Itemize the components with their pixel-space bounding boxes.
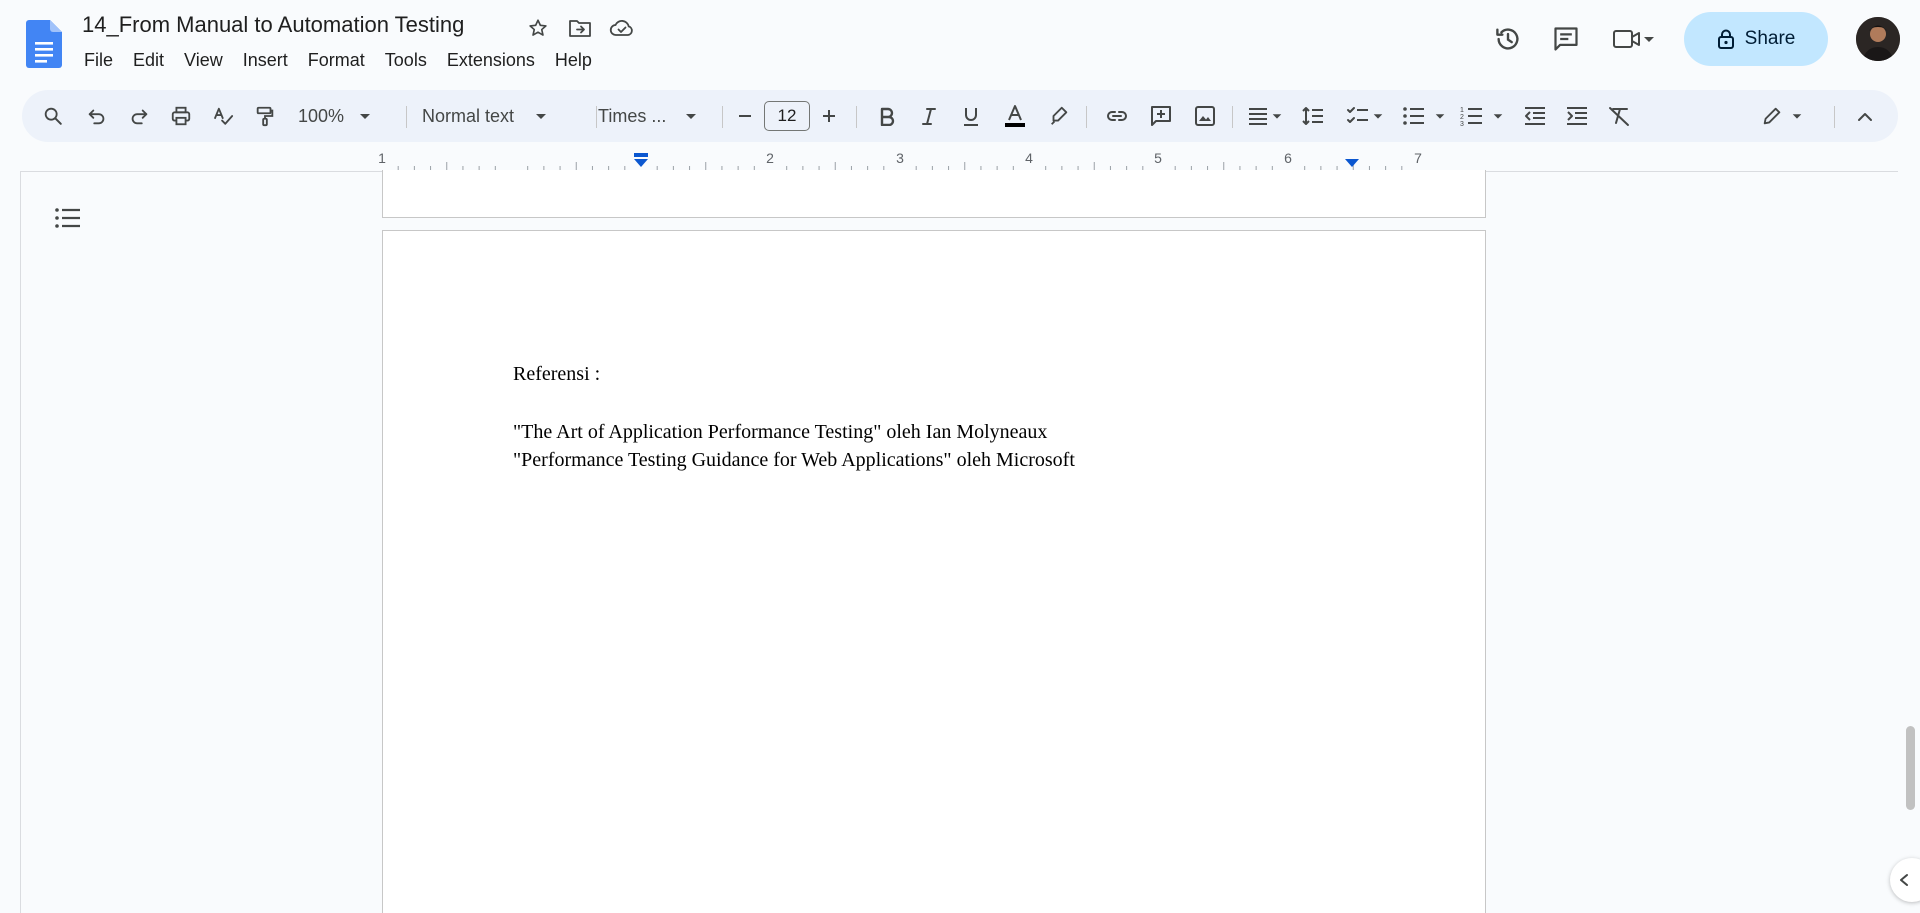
- checklist-menu[interactable]: [1340, 90, 1390, 142]
- ruler-number: 4: [1025, 150, 1033, 166]
- underline-icon[interactable]: [954, 90, 988, 142]
- side-panel-toggle[interactable]: [1890, 858, 1920, 902]
- document-outline-icon[interactable]: [54, 204, 82, 232]
- plus-icon: [823, 110, 835, 122]
- align-menu[interactable]: [1242, 90, 1288, 142]
- chevron-down-icon: [1373, 114, 1383, 119]
- star-icon[interactable]: [524, 14, 552, 42]
- video-camera-icon: [1613, 30, 1640, 48]
- right-indent-marker[interactable]: [1344, 158, 1360, 168]
- share-button[interactable]: Share: [1684, 12, 1828, 66]
- menu-extensions[interactable]: Extensions: [437, 48, 545, 73]
- bold-icon[interactable]: [870, 90, 904, 142]
- highlight-color-icon[interactable]: [1042, 90, 1076, 142]
- chevron-down-icon: [1644, 37, 1654, 42]
- font-size-input[interactable]: 12: [762, 90, 812, 142]
- menu-bar: File Edit View Insert Format Tools Exten…: [74, 48, 602, 73]
- ruler-ticks: [397, 162, 1403, 171]
- vertical-scrollbar[interactable]: [1906, 726, 1915, 810]
- bulleted-list-icon: [1403, 107, 1424, 125]
- clear-formatting-icon[interactable]: [1602, 90, 1636, 142]
- previous-page[interactable]: [382, 170, 1486, 218]
- paragraph-style-select[interactable]: Normal text: [422, 90, 582, 142]
- insert-link-icon[interactable]: [1100, 90, 1134, 142]
- spellcheck-icon[interactable]: [206, 90, 240, 142]
- search-menus-icon[interactable]: [36, 90, 70, 142]
- menu-view[interactable]: View: [174, 48, 233, 73]
- add-comment-icon[interactable]: [1144, 90, 1178, 142]
- menu-tools[interactable]: Tools: [375, 48, 437, 73]
- ruler-number: 5: [1154, 150, 1162, 166]
- increase-indent-icon[interactable]: [1560, 90, 1594, 142]
- undo-icon[interactable]: [80, 90, 114, 142]
- pencil-icon: [1763, 107, 1781, 125]
- hide-menus-chevron-up-icon[interactable]: [1848, 90, 1882, 142]
- cloud-saved-icon[interactable]: [608, 14, 636, 42]
- font-family-value: Times ...: [598, 105, 667, 126]
- menu-edit[interactable]: Edit: [123, 48, 174, 73]
- horizontal-ruler[interactable]: 1 2 3 4 5 6 7: [378, 150, 1486, 172]
- numbered-list-menu[interactable]: 123: [1454, 90, 1510, 142]
- chevron-down-icon: [536, 114, 547, 119]
- font-family-select[interactable]: Times ...: [598, 90, 734, 142]
- chevron-down-icon: [1435, 114, 1445, 119]
- menu-file[interactable]: File: [74, 48, 123, 73]
- share-label: Share: [1744, 28, 1796, 49]
- move-folder-icon[interactable]: [566, 14, 594, 42]
- line-spacing-icon[interactable]: [1296, 90, 1330, 142]
- chevron-down-icon: [1493, 114, 1503, 119]
- reference-item[interactable]: "The Art of Application Performance Test…: [513, 421, 1047, 444]
- docs-logo-icon[interactable]: [26, 20, 62, 68]
- meet-call-button[interactable]: [1602, 17, 1666, 61]
- decrease-font-size-button[interactable]: [730, 90, 760, 142]
- chevron-down-icon: [1792, 114, 1802, 119]
- avatar[interactable]: [1856, 17, 1900, 61]
- formatting-toolbar: 100% Normal text Times ... 12 1 2 3: [22, 90, 1898, 142]
- reference-item[interactable]: "Performance Testing Guidance for Web Ap…: [513, 449, 1075, 472]
- paint-format-icon[interactable]: [248, 90, 282, 142]
- insert-image-icon[interactable]: [1188, 90, 1222, 142]
- chevron-down-icon: [686, 114, 697, 119]
- document-title[interactable]: 14_From Manual to Automation Testing: [82, 12, 464, 38]
- zoom-select[interactable]: 100%: [298, 90, 394, 142]
- numbered-list-icon: 123: [1460, 107, 1482, 127]
- redo-icon[interactable]: [122, 90, 156, 142]
- ruler-number: 7: [1414, 150, 1422, 166]
- ruler-number: 6: [1284, 150, 1292, 166]
- svg-text:3: 3: [1460, 121, 1464, 127]
- zoom-value: 100%: [298, 105, 345, 126]
- lock-icon: [1717, 29, 1734, 49]
- version-history-icon[interactable]: [1486, 17, 1530, 61]
- decrease-indent-icon[interactable]: [1518, 90, 1552, 142]
- align-justify-icon: [1249, 108, 1267, 125]
- italic-icon[interactable]: [912, 90, 946, 142]
- chevron-down-icon: [360, 114, 371, 119]
- checklist-icon: [1347, 107, 1368, 123]
- ruler-number: 1: [378, 150, 386, 166]
- minus-icon: [739, 115, 751, 117]
- chevron-left-icon: [1900, 874, 1908, 886]
- left-panel-border: [20, 172, 21, 913]
- menu-help[interactable]: Help: [545, 48, 602, 73]
- svg-text:2: 2: [1460, 114, 1464, 121]
- bulleted-list-menu[interactable]: [1396, 90, 1452, 142]
- comments-icon[interactable]: [1544, 17, 1588, 61]
- document-page[interactable]: Referensi : "The Art of Application Perf…: [382, 230, 1486, 913]
- paragraph-style-value: Normal text: [422, 105, 515, 126]
- text-color-icon[interactable]: [998, 90, 1032, 142]
- print-icon[interactable]: [164, 90, 198, 142]
- app-header: 14_From Manual to Automation Testing Fil…: [0, 0, 1920, 84]
- editing-mode-menu[interactable]: [1752, 90, 1812, 142]
- font-size-value: 12: [777, 106, 797, 125]
- increase-font-size-button[interactable]: [814, 90, 844, 142]
- svg-text:1: 1: [1460, 107, 1464, 114]
- menu-format[interactable]: Format: [298, 48, 375, 73]
- ruler-number: 2: [766, 150, 774, 166]
- chevron-down-icon: [1272, 114, 1282, 119]
- references-heading[interactable]: Referensi :: [513, 363, 600, 386]
- ruler-number: 3: [896, 150, 904, 166]
- menu-insert[interactable]: Insert: [233, 48, 298, 73]
- left-indent-marker[interactable]: [632, 152, 650, 168]
